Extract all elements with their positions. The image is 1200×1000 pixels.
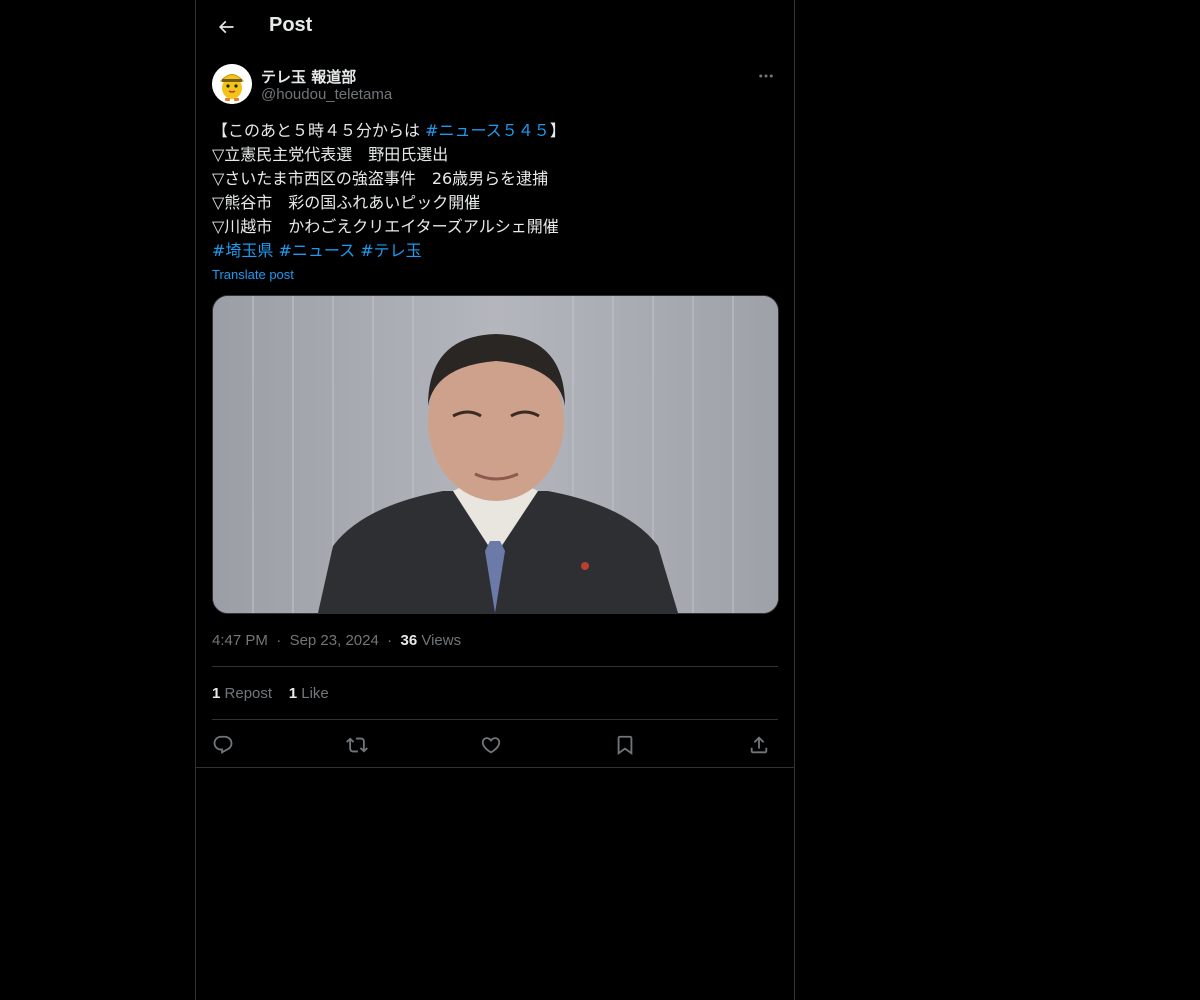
post-text-line: ▽川越市 かわごえクリエイターズアルシェ開催	[212, 215, 778, 239]
post-text-segment: ▽熊谷市 彩の国ふれあいピック開催	[212, 193, 481, 212]
repost-icon	[346, 737, 368, 753]
arrow-left-icon	[218, 20, 234, 34]
page-title: Post	[269, 14, 313, 36]
hashtag-link[interactable]: #テレ玉	[360, 241, 421, 260]
author-handle[interactable]: @houdou_teletama	[261, 86, 392, 103]
post-text-line: #埼玉県 #ニュース #テレ玉	[212, 239, 778, 263]
engagement-stats: 1 Repost 1 Like	[212, 685, 329, 702]
post-meta: 4:47 PM · Sep 23, 2024 · 36 Views	[212, 632, 462, 649]
mascot-avatar-image	[212, 64, 252, 104]
post-date[interactable]: Sep 23, 2024	[290, 632, 379, 649]
news-anchor-image	[213, 296, 778, 613]
post-text-segment: ▽さいたま市西区の強盗事件 26歳男らを逮捕	[212, 169, 549, 188]
post-body: 【このあと５時４５分からは #ニュース５４５】 ▽立憲民主党代表選 野田氏選出 ▽さ…	[212, 119, 778, 263]
likes-stat[interactable]: 1 Like	[289, 685, 329, 702]
post-time[interactable]: 4:47 PM	[212, 632, 268, 649]
more-options-button[interactable]	[754, 66, 778, 86]
more-horizontal-icon	[759, 74, 773, 78]
divider	[212, 719, 778, 720]
share-icon	[750, 736, 768, 754]
divider	[212, 666, 778, 667]
post-text-line: 【このあと５時４５分からは #ニュース５４５】	[212, 119, 778, 143]
post-text-line: ▽立憲民主党代表選 野田氏選出	[212, 143, 778, 167]
author-row: テレ玉 報道部 @houdou_teletama	[212, 64, 778, 108]
views-count: 36	[400, 632, 418, 649]
share-button[interactable]	[746, 732, 772, 758]
top-header: Post	[196, 0, 794, 54]
post-text-segment: ▽川越市 かわごえクリエイターズアルシェ開催	[212, 217, 559, 236]
post-text-line: ▽熊谷市 彩の国ふれあいピック開催	[212, 191, 778, 215]
like-button[interactable]	[478, 732, 504, 758]
reply-icon	[213, 735, 233, 754]
avatar[interactable]	[212, 64, 252, 104]
bookmark-icon	[617, 735, 633, 756]
post-column: Post テレ玉 報道部 @houdou_teletama 【このあと５時４５分…	[195, 0, 795, 1000]
repost-button[interactable]	[344, 732, 370, 758]
translate-post-link[interactable]: Translate post	[212, 267, 294, 282]
hashtag-link[interactable]: #ニュース５４５	[425, 121, 550, 140]
post-video-thumbnail[interactable]	[212, 295, 779, 614]
post-bottom-border	[196, 767, 794, 768]
post-text-line: ▽さいたま市西区の強盗事件 26歳男らを逮捕	[212, 167, 778, 191]
post-text-segment: ▽立憲民主党代表選 野田氏選出	[212, 145, 449, 164]
hashtag-link[interactable]: #ニュース	[279, 241, 356, 260]
reposts-stat[interactable]: 1 Repost	[212, 685, 272, 702]
back-button[interactable]	[212, 13, 240, 41]
bookmark-button[interactable]	[612, 732, 638, 758]
author-display-name[interactable]: テレ玉 報道部	[261, 66, 356, 87]
views-label: Views	[421, 632, 462, 649]
post-text-segment: 【このあと５時４５分からは	[212, 121, 426, 140]
post-text-segment: 】	[549, 121, 566, 140]
hashtag-link[interactable]: #埼玉県	[212, 241, 273, 260]
heart-icon	[481, 737, 501, 754]
reply-button[interactable]	[210, 732, 236, 758]
action-bar	[212, 730, 778, 760]
